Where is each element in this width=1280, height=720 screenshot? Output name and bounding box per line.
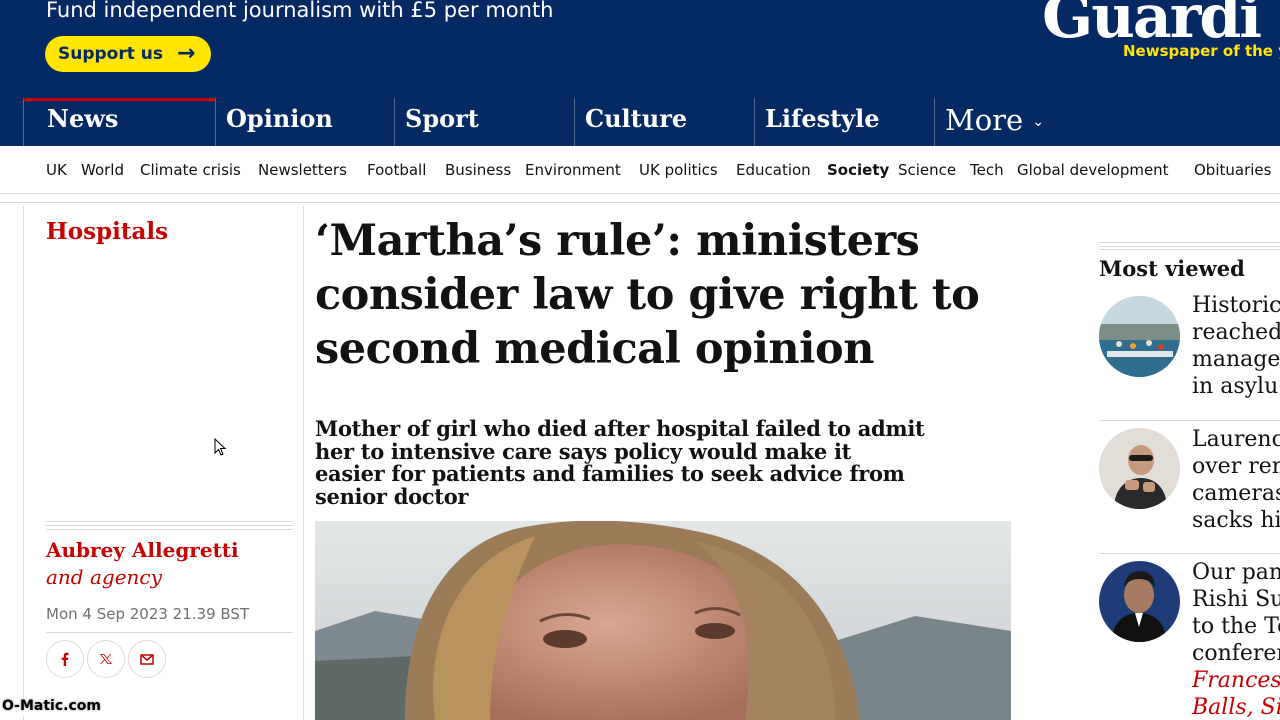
most-viewed-thumbnail	[1099, 296, 1180, 377]
subnav-world[interactable]: World	[81, 161, 124, 179]
most-viewed-line: managem	[1192, 347, 1280, 372]
subnav-environment[interactable]: Environment	[525, 161, 621, 179]
date-divider	[46, 632, 293, 633]
author-link[interactable]: Aubrey Allegretti	[46, 538, 239, 562]
share-facebook-button[interactable]	[46, 640, 84, 678]
support-us-button[interactable]: Support us →	[45, 36, 211, 72]
most-viewed-item[interactable]: Historic reached managem in asylu	[1099, 292, 1280, 412]
subnav-tech[interactable]: Tech	[970, 161, 1004, 179]
pillar-news-label: News	[47, 104, 119, 133]
most-viewed-thumbnail	[1099, 428, 1180, 509]
section-subnav: UK World Climate crisis Newsletters Foot…	[0, 146, 1280, 194]
fund-journalism-text: Fund independent journalism with £5 per …	[46, 0, 554, 22]
column-divider	[303, 206, 304, 720]
share-email-button[interactable]	[128, 640, 166, 678]
pillar-lifestyle[interactable]: Lifestyle	[754, 98, 934, 146]
most-viewed-line: conferen	[1192, 641, 1280, 666]
pillar-opinion-label: Opinion	[226, 104, 333, 133]
most-viewed-line: Laurence	[1192, 427, 1280, 452]
most-viewed-separator	[1099, 420, 1280, 421]
mouse-cursor-icon	[214, 438, 227, 456]
publish-date[interactable]: Mon 4 Sep 2023 21.39 BST	[46, 605, 249, 623]
subnav-education[interactable]: Education	[736, 161, 811, 179]
most-viewed-headline: Our pan Rishi Su to the To conferen Fran…	[1192, 559, 1280, 720]
most-viewed-title: Most viewed	[1099, 256, 1245, 281]
subnav-society[interactable]: Society	[827, 161, 889, 179]
pillar-news[interactable]: News	[23, 98, 216, 146]
subnav-divider	[0, 202, 1280, 203]
portrait-photo	[315, 521, 1011, 720]
arrow-right-icon: →	[177, 41, 196, 66]
chevron-down-icon: ⌄	[1032, 114, 1045, 130]
facebook-icon	[61, 652, 69, 666]
most-viewed-kicker: Frances	[1192, 668, 1280, 693]
article-standfirst: Mother of girl who died after hospital f…	[315, 416, 925, 509]
subnav-uk-politics[interactable]: UK politics	[639, 161, 718, 179]
support-us-label: Support us	[58, 44, 164, 64]
subnav-football[interactable]: Football	[367, 161, 426, 179]
most-viewed-divider	[1099, 242, 1280, 250]
watermark-text: O-Matic.com	[0, 698, 103, 716]
pillar-sport-label: Sport	[405, 104, 479, 133]
most-viewed-line: cameras	[1192, 481, 1280, 506]
most-viewed-line: Rishi Su	[1192, 587, 1280, 612]
pillar-nav: News Opinion Sport Culture Lifestyle Mor…	[0, 98, 1280, 146]
page-frame-divider	[23, 206, 24, 720]
twitter-icon	[100, 654, 112, 664]
most-viewed-line: to the To	[1192, 614, 1280, 639]
section-label-hospitals[interactable]: Hospitals	[46, 218, 168, 245]
most-viewed-item[interactable]: Our pan Rishi Su to the To conferen Fran…	[1099, 559, 1280, 720]
pillar-sport[interactable]: Sport	[394, 98, 574, 146]
email-icon	[140, 654, 154, 665]
byline-divider	[46, 521, 293, 530]
pillar-more-label: More	[945, 103, 1024, 137]
share-twitter-button[interactable]	[87, 640, 125, 678]
masthead: Fund independent journalism with £5 per …	[0, 0, 1280, 146]
pillar-opinion[interactable]: Opinion	[215, 98, 395, 146]
subnav-climate-crisis[interactable]: Climate crisis	[140, 161, 241, 179]
most-viewed-separator	[1099, 553, 1280, 554]
subnav-global-development[interactable]: Global development	[1017, 161, 1169, 179]
most-viewed-line: over rem	[1192, 454, 1280, 479]
pillar-culture-label: Culture	[585, 104, 688, 133]
pillar-more[interactable]: More ⌄	[934, 98, 1280, 146]
pillar-culture[interactable]: Culture	[574, 98, 754, 146]
subnav-business[interactable]: Business	[445, 161, 511, 179]
most-viewed-thumbnail	[1099, 561, 1180, 642]
article-headline: ‘Martha’s rule’: ministers consider law …	[315, 216, 980, 374]
article-main-image	[315, 521, 1011, 720]
most-viewed-kicker: Balls, Si	[1192, 695, 1280, 720]
subnav-obituaries[interactable]: Obituaries	[1194, 161, 1271, 179]
most-viewed-line: reached	[1192, 320, 1280, 345]
most-viewed-headline: Laurence over rem cameras sacks hi	[1192, 426, 1280, 534]
most-viewed-line: Historic	[1192, 293, 1280, 318]
most-viewed-line: Our pan	[1192, 560, 1280, 585]
subnav-uk[interactable]: UK	[46, 161, 67, 179]
most-viewed-item[interactable]: Laurence over rem cameras sacks hi	[1099, 426, 1280, 546]
subnav-newsletters[interactable]: Newsletters	[258, 161, 347, 179]
most-viewed-headline: Historic reached managem in asylu	[1192, 292, 1280, 400]
most-viewed-line: sacks hi	[1192, 508, 1280, 533]
pillar-lifestyle-label: Lifestyle	[765, 104, 880, 133]
most-viewed-line: in asylu	[1192, 374, 1279, 399]
subnav-science[interactable]: Science	[898, 161, 956, 179]
byline-agency: and agency	[46, 565, 162, 589]
logo-tagline: Newspaper of the y	[1123, 42, 1280, 60]
